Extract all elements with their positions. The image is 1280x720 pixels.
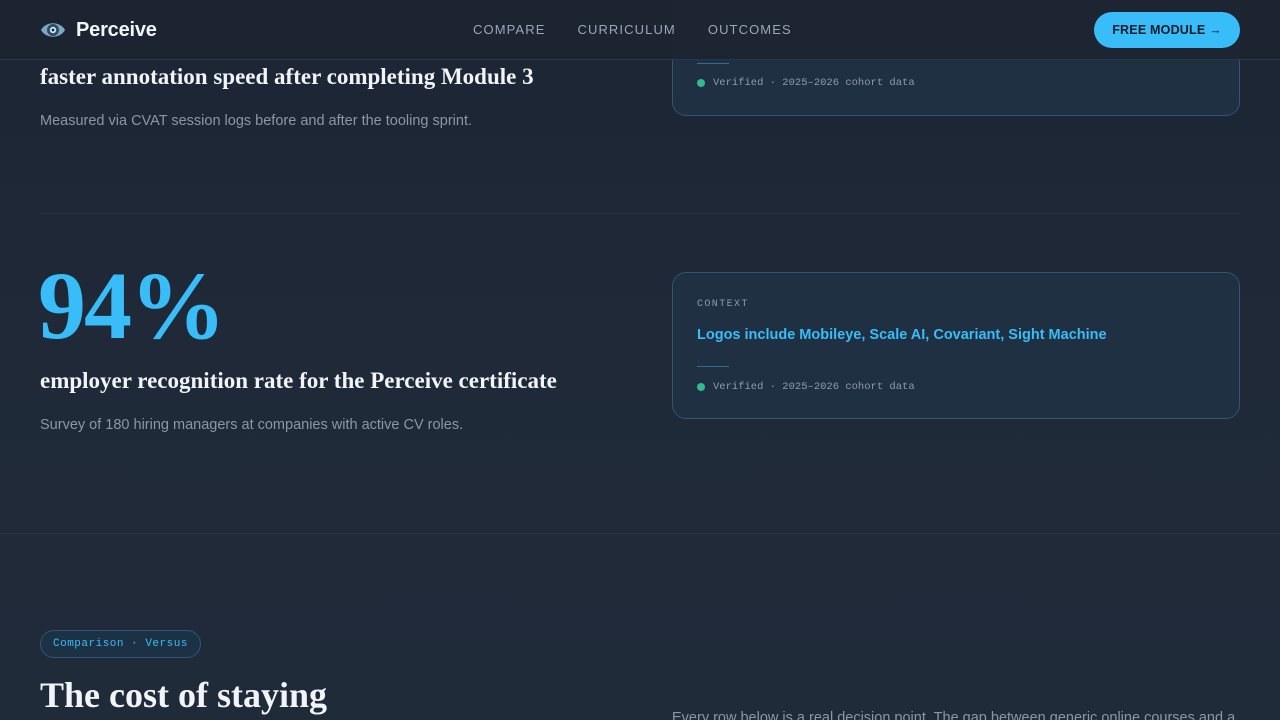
- brand-name: Perceive: [76, 18, 157, 41]
- page: Perceive COMPARE CURRICULUM OUTCOMES FRE…: [0, 0, 1280, 720]
- card-rule: [697, 63, 729, 64]
- stat-2-subtitle: Survey of 180 hiring managers at compani…: [40, 417, 464, 433]
- stat-2-title: employer recognition rate for the Percei…: [40, 368, 557, 393]
- free-module-button[interactable]: FREE MODULE →: [1094, 12, 1240, 48]
- nav-links: COMPARE CURRICULUM OUTCOMES: [473, 22, 792, 37]
- section-pill-label: Comparison · Versus: [53, 638, 188, 650]
- section-divider: [0, 533, 1280, 534]
- card-rule: [697, 366, 729, 367]
- top-nav: Perceive COMPARE CURRICULUM OUTCOMES FRE…: [0, 0, 1280, 60]
- verified-text: Verified · 2025–2026 cohort data: [713, 77, 915, 89]
- card-text: Logos include Mobileye, Scale AI, Covari…: [697, 327, 1107, 343]
- section-pill: Comparison · Versus: [40, 630, 201, 658]
- nav-link-curriculum[interactable]: CURRICULUM: [577, 22, 675, 37]
- verified-text: Verified · 2025–2026 cohort data: [713, 381, 915, 393]
- section-divider: [40, 213, 1240, 214]
- stat-2-context-card: CONTEXT Logos include Mobileye, Scale AI…: [672, 272, 1240, 419]
- stat-2-number: 94%: [38, 252, 226, 359]
- eye-logo-icon: [41, 23, 65, 37]
- nav-link-outcomes[interactable]: OUTCOMES: [708, 22, 792, 37]
- verified-dot-icon: [697, 383, 705, 391]
- verified-row: Verified · 2025–2026 cohort data: [697, 77, 915, 89]
- stat-1-subtitle: Measured via CVAT session logs before an…: [40, 113, 473, 129]
- verified-dot-icon: [697, 79, 705, 87]
- section-title: The cost of staying: [40, 675, 327, 715]
- brand[interactable]: Perceive: [40, 16, 157, 44]
- nav-link-compare[interactable]: COMPARE: [473, 22, 545, 37]
- card-label: CONTEXT: [697, 299, 749, 310]
- verified-row: Verified · 2025–2026 cohort data: [697, 381, 915, 393]
- stat-1-title: faster annotation speed after completing…: [40, 64, 534, 89]
- section-lede: Every row below is a real decision point…: [672, 710, 1236, 720]
